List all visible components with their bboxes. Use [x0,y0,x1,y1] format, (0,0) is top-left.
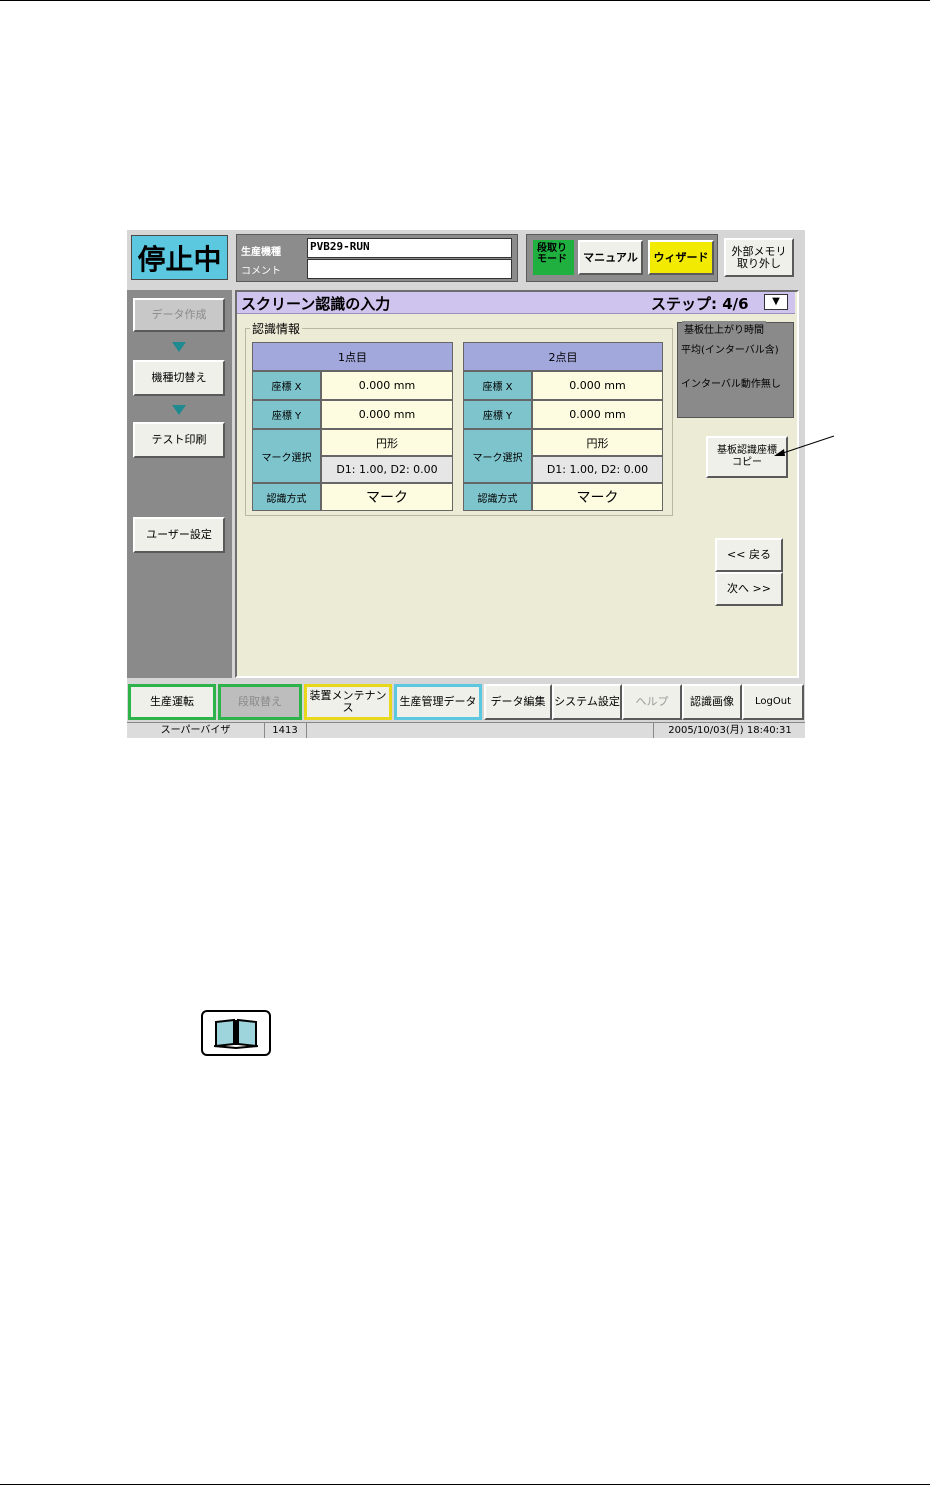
finish-time-line1: 平均(インターバル含) [681,345,779,356]
status-code: 1413 [264,723,307,738]
book-icon [201,1010,271,1056]
point2-method-label: 認識方式 [463,483,532,511]
nav-production-data[interactable]: 生産管理データ [394,684,482,720]
finish-time-title: 基板仕上がり時間 [682,321,766,336]
comment-label: コメント [241,266,281,277]
nav-production-run[interactable]: 生産運転 [128,684,216,720]
open-book-icon [213,1018,259,1050]
wizard-button[interactable]: ウィザード [648,240,714,275]
nav-system-settings[interactable]: システム設定 [552,684,622,720]
nav-help[interactable]: ヘルプ [622,684,682,720]
point1-y-label: 座標 Y [252,400,321,429]
point1-x-value[interactable]: 0.000 mm [321,371,453,400]
group-title: 認識情報 [250,320,303,337]
point2-x-label: 座標 X [463,371,532,400]
point1-method-label: 認識方式 [252,483,321,511]
nav-logout[interactable]: LogOut [742,684,804,720]
point1-mark-select-label: マーク選択 [252,429,321,483]
point1-y-value[interactable]: 0.000 mm [321,400,453,429]
product-info-panel: 生産機種 コメント PVB29-RUN [236,234,518,282]
comment-field[interactable] [307,259,512,279]
status-empty [306,723,654,738]
back-button[interactable]: << 戻る [715,538,783,572]
point1-mark-shape[interactable]: 円形 [321,429,453,456]
nav-maintenance[interactable]: 装置メンテナンス [304,684,392,720]
step-dropdown-icon[interactable]: ▼ [764,294,788,310]
setup-mode-label: 段取り モード [533,240,574,275]
status-user: スーパーバイザ [127,723,265,738]
point1-method-value[interactable]: マーク [321,483,453,511]
sidebar-item-user-settings[interactable]: ユーザー設定 [133,517,225,553]
status-bar: スーパーバイザ 1413 2005/10/03(月) 18:40:31 [127,722,805,738]
next-button[interactable]: 次へ >> [715,572,783,606]
point1-header: 1点目 [252,342,453,371]
point2-mark-dims: D1: 1.00, D2: 0.00 [532,456,663,483]
manual-button[interactable]: マニュアル [578,240,643,275]
point1-mark-dims: D1: 1.00, D2: 0.00 [321,456,453,483]
page-title: スクリーン認識の入力 [241,295,391,313]
point1-x-label: 座標 X [252,371,321,400]
point2-method-value[interactable]: マーク [532,483,663,511]
finish-time-line2: インターバル動作無し [681,379,781,390]
finish-time-panel: 基板仕上がり時間 平均(インターバル含) インターバル動作無し [677,321,794,418]
point2-header: 2点目 [463,342,663,371]
machine-status: 停止中 [131,235,228,280]
point2-mark-shape[interactable]: 円形 [532,429,663,456]
point2-y-label: 座標 Y [463,400,532,429]
nav-recognition-image[interactable]: 認識画像 [682,684,742,720]
product-field[interactable]: PVB29-RUN [307,238,512,258]
point2-y-value[interactable]: 0.000 mm [532,400,663,429]
page-bottom-rule [0,1484,930,1485]
title-bar: スクリーン認識の入力 ステップ: 4/6 ▼ [237,292,795,314]
step-indicator: ステップ: 4/6 [651,295,749,313]
arrow-down-icon [172,405,186,415]
callout-pointer [774,435,835,456]
point2-x-value[interactable]: 0.000 mm [532,371,663,400]
page-top-rule [0,0,930,1]
sidebar-item-model-switch[interactable]: 機種切替え [133,360,225,396]
arrow-down-icon [172,342,186,352]
nav-data-edit[interactable]: データ編集 [484,684,552,720]
sidebar-item-test-print[interactable]: テスト印刷 [133,422,225,458]
status-datetime: 2005/10/03(月) 18:40:31 [653,723,806,738]
sidebar-item-data-create[interactable]: データ作成 [133,298,225,332]
point2-mark-select-label: マーク選択 [463,429,532,483]
product-label: 生産機種 [241,247,281,258]
nav-setup-change[interactable]: 段取替え [218,684,302,720]
external-memory-button[interactable]: 外部メモリ 取り外し [724,238,794,277]
